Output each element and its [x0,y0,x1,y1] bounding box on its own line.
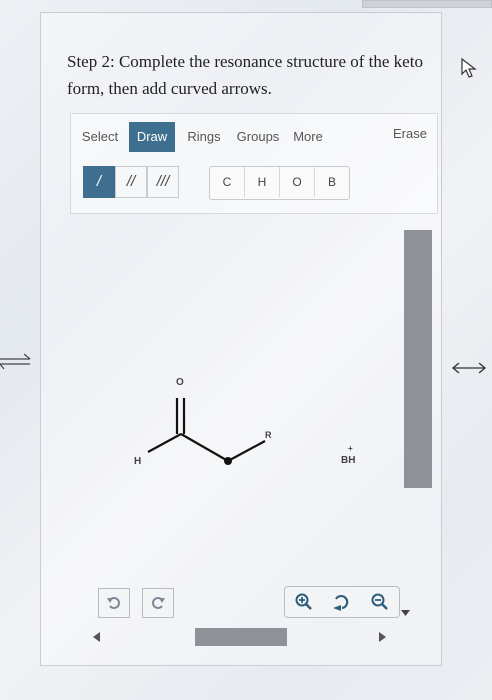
bond-h-to-carbonyl [147,433,182,453]
zoom-in-icon [295,593,312,610]
undo-button[interactable] [98,588,130,618]
charge-label: + [348,444,353,453]
zoom-in-button[interactable] [285,587,323,617]
oxygen-label: O [176,377,184,388]
r-group-label: R [265,430,272,440]
bond-carbonyl-to-ch [180,433,229,462]
reset-zoom-icon [333,594,349,611]
zoom-out-button[interactable] [361,587,399,617]
undo-icon [107,597,120,609]
chevron-down-icon[interactable] [401,610,410,616]
hydrogen-label: H [134,456,142,467]
scroll-right-icon[interactable] [379,632,387,642]
base-label: BH [341,455,356,466]
zoom-controls [284,586,400,618]
scroll-left-icon[interactable] [93,632,101,642]
horizontal-scroll-thumb[interactable] [195,628,287,646]
redo-button[interactable] [142,588,174,618]
reset-zoom-button[interactable] [323,587,361,617]
vertical-scroll-thumb[interactable] [404,230,432,488]
redo-icon [152,597,165,609]
zoom-out-icon [371,593,388,610]
bond-ch-to-r [227,440,266,462]
carbon-dot [224,457,232,465]
